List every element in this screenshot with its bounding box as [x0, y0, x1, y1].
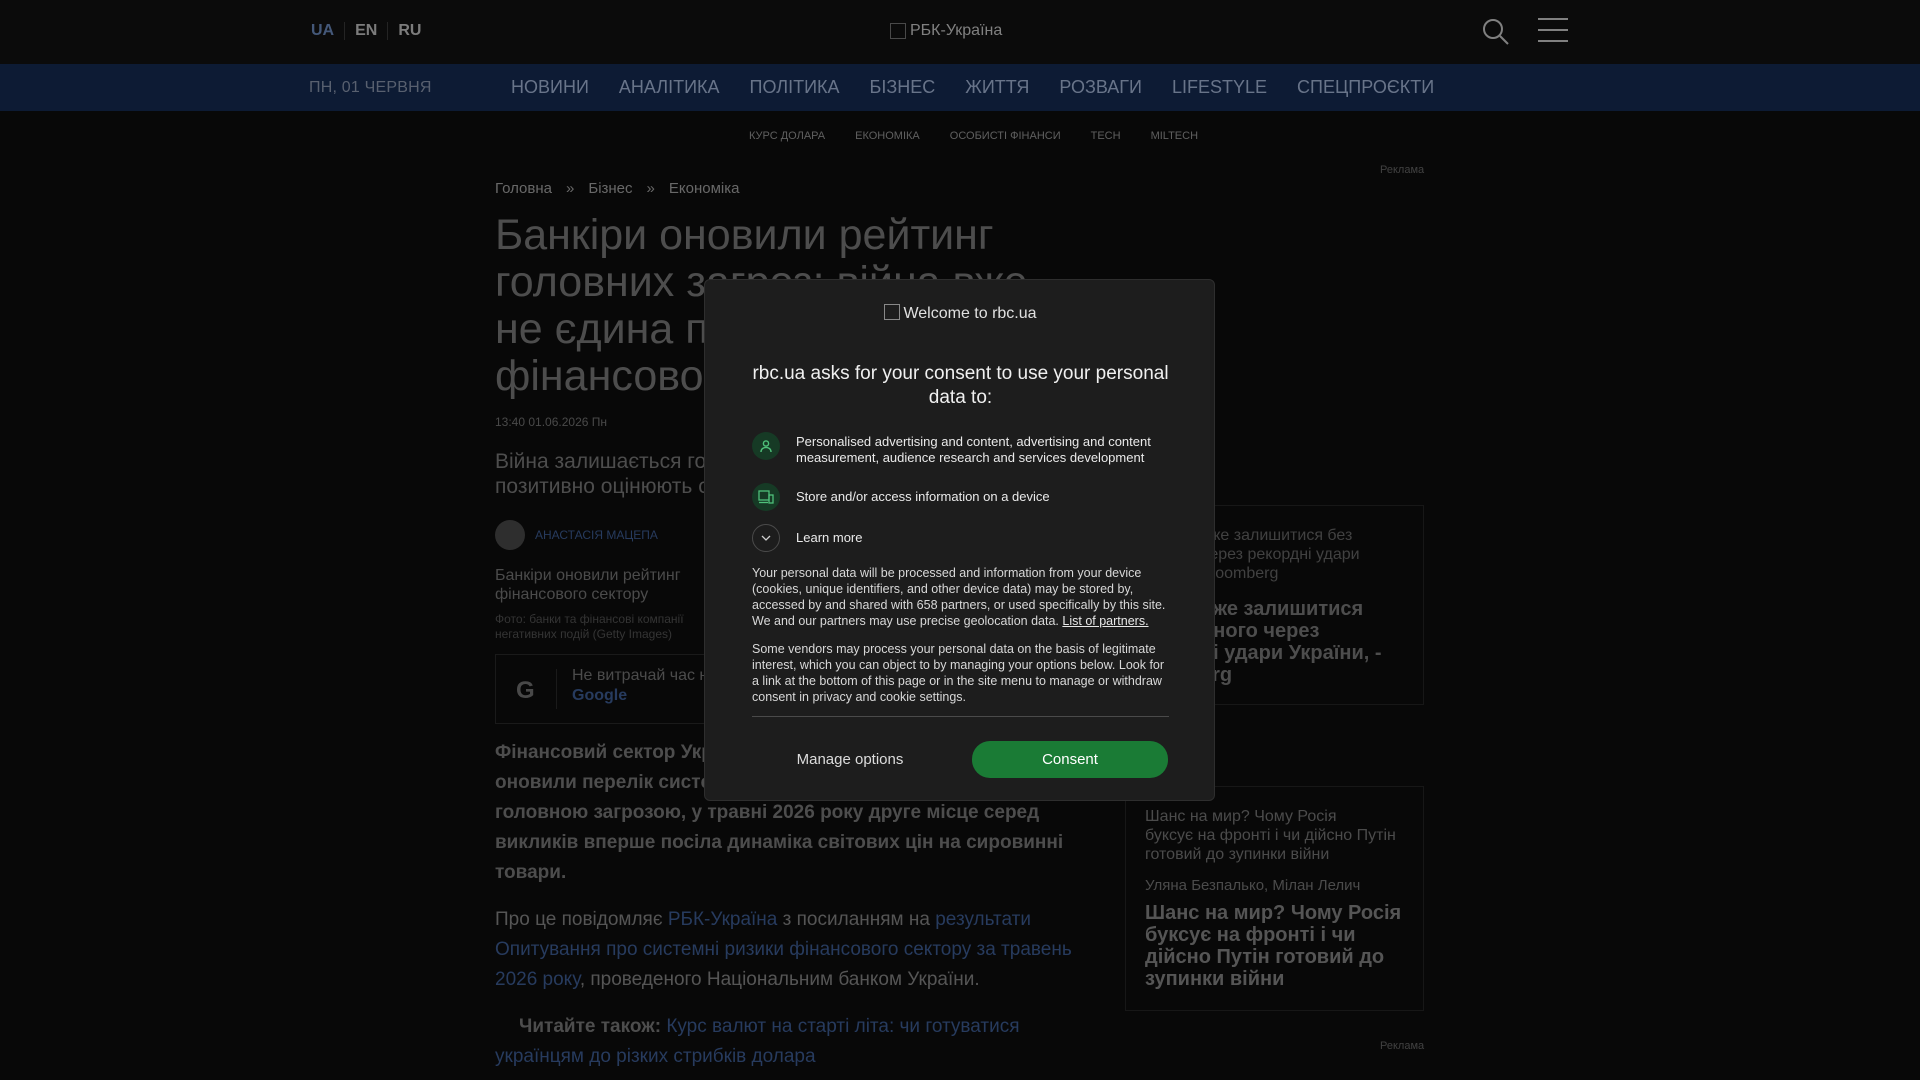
consent-dialog: Welcome to rbc.ua rbc.ua asks for your c… [704, 279, 1215, 801]
broken-image-icon [884, 304, 901, 320]
learn-more-toggle[interactable]: Learn more [752, 524, 1169, 552]
manage-options-button[interactable]: Manage options [752, 741, 948, 778]
consent-heading: rbc.ua asks for your consent to use your… [752, 363, 1169, 408]
consent-text-legitimate-interest: Some vendors may process your personal d… [752, 642, 1165, 704]
purpose-personalised-ads: Personalised advertising and content, ad… [752, 432, 1169, 466]
partners-link[interactable]: List of partners. [1062, 614, 1148, 628]
purpose-label: Store and/or access information on a dev… [796, 489, 1050, 504]
consent-logo: Welcome to rbc.ua [705, 304, 1216, 323]
purpose-label: Personalised advertising and content, ad… [796, 434, 1151, 465]
purpose-store-access: Store and/or access information on a dev… [752, 483, 1169, 511]
learn-more-label: Learn more [796, 530, 863, 545]
consent-logo-alt: Welcome to rbc.ua [903, 305, 1037, 322]
person-icon [752, 432, 780, 460]
divider [752, 716, 1169, 717]
consent-text-partners: Your personal data will be processed and… [752, 565, 1169, 629]
device-icon [752, 483, 780, 511]
chevron-down-icon [752, 524, 780, 552]
consent-button[interactable]: Consent [972, 741, 1168, 778]
